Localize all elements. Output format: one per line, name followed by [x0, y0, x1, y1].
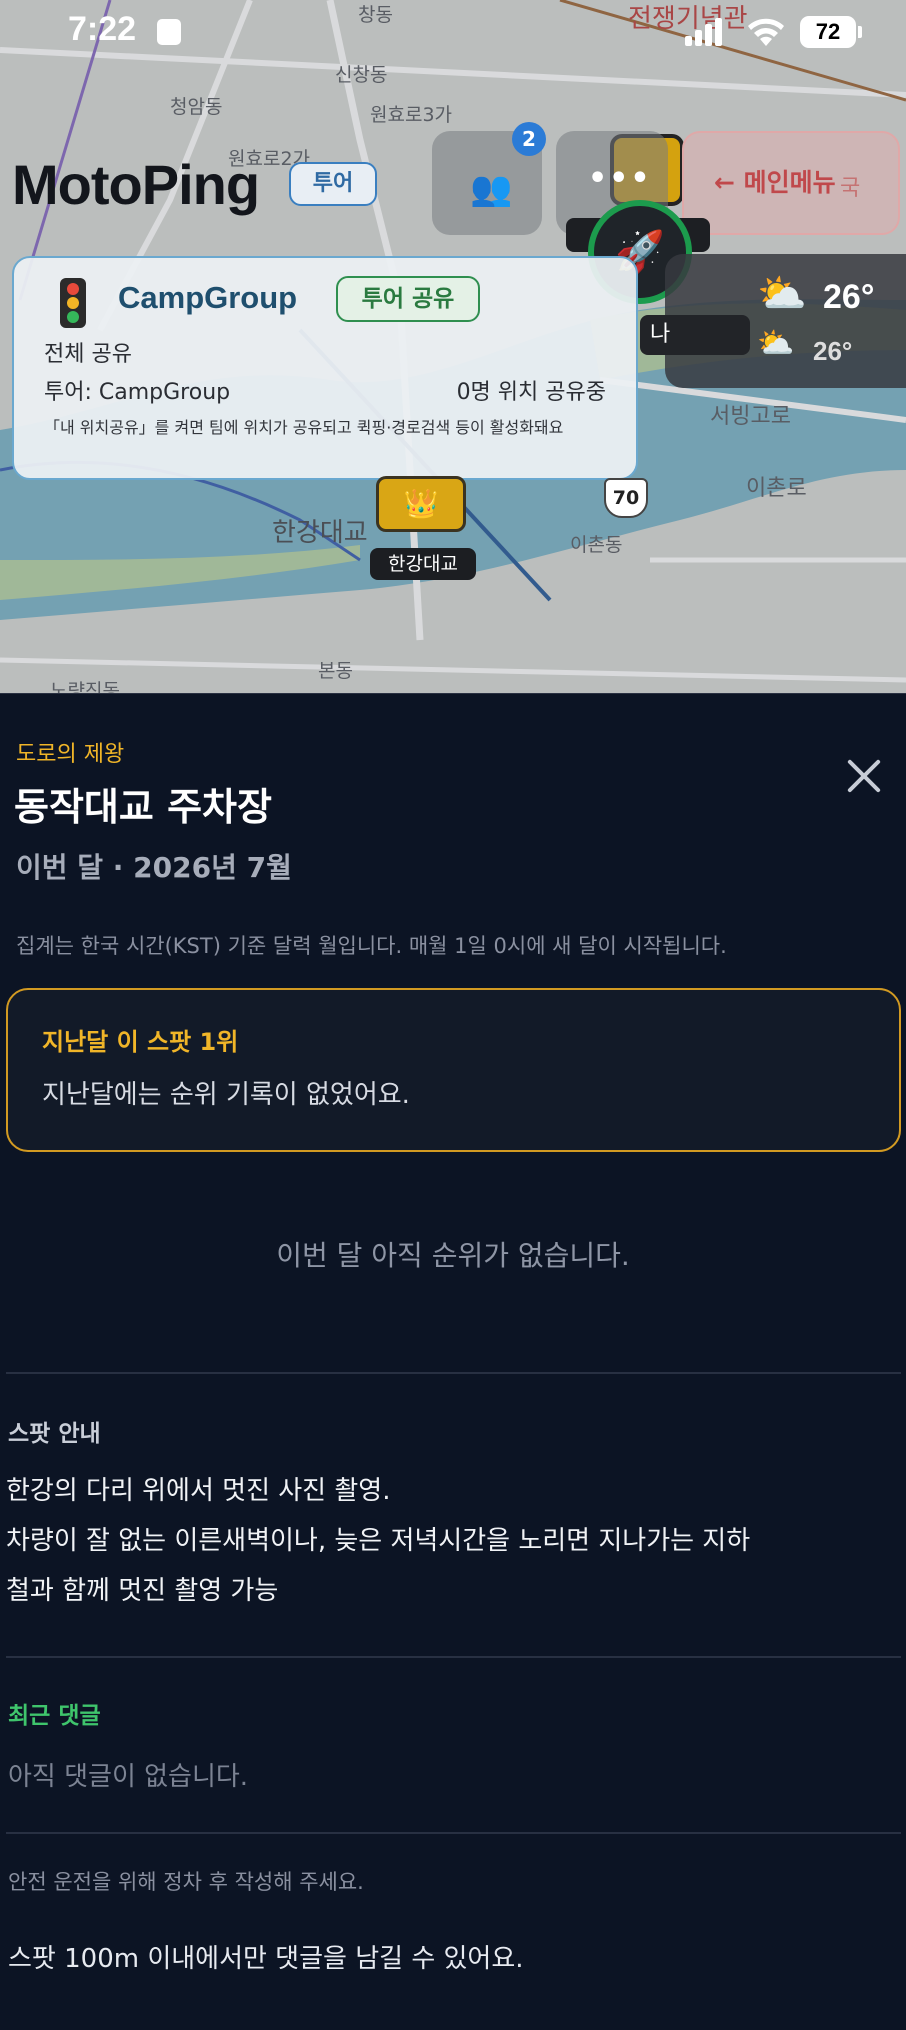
route-shield: 70 [604, 478, 648, 518]
camp-group-card[interactable]: CampGroup 투어 공유 전체 공유 투어: CampGroup 0명 위… [12, 256, 638, 480]
divider [6, 1656, 901, 1658]
spot-guide-text: 차량이 잘 없는 이른새벽이나, 늦은 저녁시간을 노리면 지나가는 지하 [6, 1526, 751, 1556]
spot-title: 동작대교 주차장 [14, 785, 272, 829]
last-month-title: 지난달 이 스팟 1위 [42, 1028, 239, 1056]
tour-name: 투어: CampGroup [44, 380, 231, 405]
tour-badge[interactable]: 투어 [289, 162, 377, 206]
spot-name-tag: 한강대교 [370, 548, 476, 580]
battery-tip [858, 26, 862, 38]
tour-share-badge[interactable]: 투어 공유 [336, 276, 480, 322]
sharing-count: 0명 위치 공유중 [456, 380, 606, 405]
cellular-signal-icon [685, 18, 722, 46]
people-icon: 👥 [470, 169, 513, 209]
divider [6, 1372, 901, 1374]
close-icon[interactable] [838, 750, 890, 802]
wifi-icon [748, 18, 784, 46]
person-icon [157, 19, 181, 45]
group-name: CampGroup [118, 280, 298, 315]
status-time: 7:22 [68, 10, 137, 48]
last-month-body: 지난달에는 순위 기록이 없었어요. [42, 1080, 410, 1110]
partly-cloudy-icon: ⛅ [757, 271, 807, 317]
members-count-badge: 2 [512, 122, 546, 156]
app-title: MotoPing [12, 153, 260, 216]
empty-ranking-message: 이번 달 아직 순위가 없습니다. [276, 1239, 630, 1272]
spot-guide-heading: 스팟 안내 [8, 1421, 101, 1447]
spot-guide-text: 한강의 다리 위에서 멋진 사진 촬영. [6, 1476, 391, 1506]
share-scope: 전체 공유 [44, 342, 132, 367]
location-share-note: 「내 위치공유」를 켜면 팀에 위치가 공유되고 퀵핑·경로검색 등이 활성화돼… [44, 418, 564, 437]
weather-temperature-small: 26° [813, 336, 853, 366]
battery-icon: 72 [800, 16, 856, 48]
last-month-card: 지난달 이 스팟 1위 지난달에는 순위 기록이 없었어요. [6, 988, 901, 1152]
traffic-light-icon [60, 278, 86, 328]
weather-temperature: 26° [823, 278, 875, 316]
more-dots-icon: ••• [588, 161, 652, 196]
partly-cloudy-icon: ⛅ [757, 326, 795, 361]
status-bar: 7:22 72 [0, 0, 906, 66]
spot-guide-text: 철과 함께 멋진 촬영 가능 [6, 1576, 279, 1606]
safe-driving-note: 안전 운전을 위해 정차 후 작성해 주세요. [8, 1870, 364, 1894]
map-view[interactable]: 창동 신창동 청암동 원효로3가 원효로2가 전쟁기념관 한강대교 서빙고로 이… [0, 0, 906, 700]
king-spot-marker[interactable]: 👑 [376, 476, 466, 532]
crown-icon: 👑 [403, 487, 439, 520]
empty-comments-message: 아직 댓글이 없습니다. [8, 1762, 249, 1792]
comment-range-note: 스팟 100m 이내에서만 댓글을 남길 수 있어요. [8, 1944, 524, 1974]
recent-comments-heading: 최근 댓글 [8, 1703, 101, 1729]
kst-note: 집계는 한국 시간(KST) 기준 달력 월입니다. 매월 1일 0시에 새 달… [16, 934, 727, 958]
divider [6, 1832, 901, 1834]
my-location-marker[interactable]: 나 [640, 315, 750, 355]
ranking-period: 이번 달 · 2026년 7월 [16, 851, 292, 884]
spot-detail-sheet: 도로의 제왕 동작대교 주차장 이번 달 · 2026년 7월 집계는 한국 시… [0, 693, 906, 2030]
spot-category: 도로의 제왕 [16, 742, 125, 767]
main-menu-button[interactable]: ← 메인메뉴 [682, 131, 900, 235]
